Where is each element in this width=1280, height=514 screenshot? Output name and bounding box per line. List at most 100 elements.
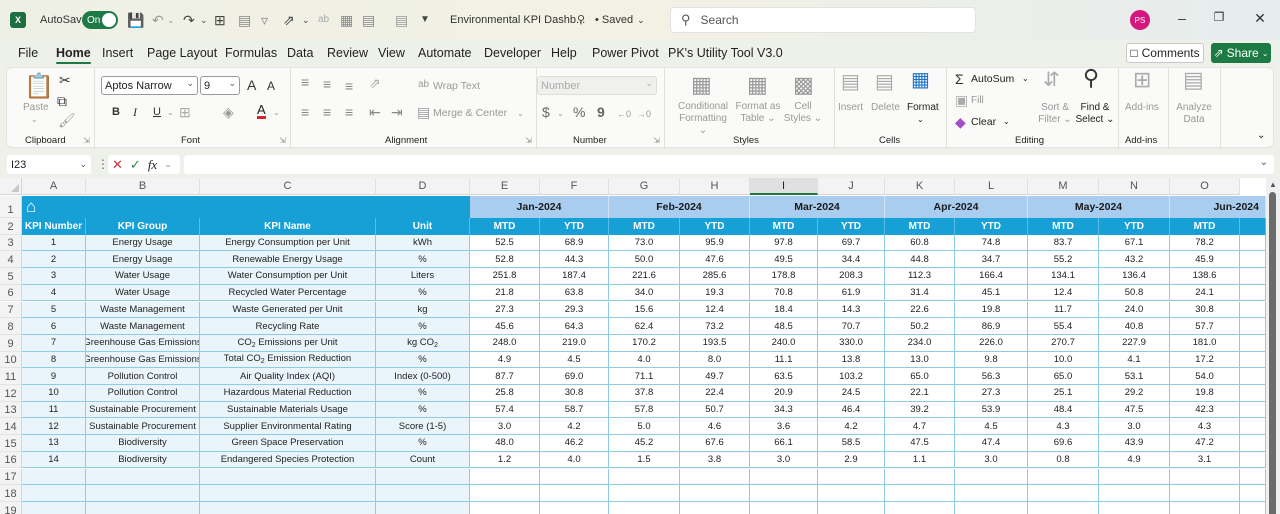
format-dropdown-icon[interactable]: ⌄: [917, 114, 924, 126]
kpi-value-cell[interactable]: 63.8: [540, 284, 609, 302]
kpi-group-cell[interactable]: Energy Usage: [86, 234, 200, 252]
column-header-k[interactable]: K: [885, 178, 955, 195]
kpi-group-cell[interactable]: Pollution Control: [86, 385, 200, 402]
kpi-unit-cell[interactable]: %: [376, 318, 470, 335]
copy-icon[interactable]: ⧉: [57, 93, 67, 109]
merge-center-button[interactable]: Merge & Center: [433, 107, 507, 119]
kpi-value-cell[interactable]: [680, 485, 750, 502]
kpi-num-cell[interactable]: 1: [22, 234, 86, 252]
row-header[interactable]: 18: [0, 485, 22, 502]
kpi-value-cell[interactable]: 78.2: [1170, 234, 1240, 252]
kpi-value-cell[interactable]: [1028, 468, 1099, 486]
kpi-value-cell[interactable]: 136.4: [1099, 268, 1170, 285]
undo-icon[interactable]: ↶: [152, 12, 164, 28]
redo-icon[interactable]: ↷: [183, 12, 195, 28]
align-bottom-icon[interactable]: ≡: [345, 78, 353, 94]
underline-button[interactable]: U: [153, 104, 161, 120]
italic-button[interactable]: I: [133, 104, 137, 120]
kpi-value-cell[interactable]: 221.6: [609, 268, 680, 285]
kpi-value-cell[interactable]: 49.5: [750, 251, 818, 269]
decrease-decimal-icon[interactable]: →0: [637, 106, 651, 122]
column-header-e[interactable]: E: [470, 178, 540, 195]
kpi-name-cell[interactable]: Hazardous Material Reduction: [200, 385, 376, 402]
kpi-value-cell[interactable]: 30.8: [540, 385, 609, 402]
conditional-formatting-icon[interactable]: ▦: [691, 74, 712, 96]
kpi-group-cell[interactable]: Sustainable Procurement: [86, 418, 200, 436]
kpi-value-cell[interactable]: 45.1: [955, 284, 1028, 302]
kpi-num-cell[interactable]: 5: [22, 301, 86, 319]
worksheet-grid[interactable]: ▲ A B C D E F G H I J K L M N O 1 2 3 4 5 6 7 8 9 10 11 12 13 14 15 16…: [0, 178, 1280, 514]
kpi-value-cell[interactable]: 4.2: [818, 418, 885, 436]
tab-home[interactable]: Home: [56, 46, 91, 64]
dialog-launcher-icon[interactable]: ⇲: [525, 136, 532, 145]
kpi-value-cell[interactable]: 4.6: [680, 418, 750, 436]
kpi-num-cell[interactable]: [22, 485, 86, 502]
kpi-value-cell[interactable]: [540, 468, 609, 486]
autosum-dropdown-icon[interactable]: ⌄: [1022, 73, 1029, 85]
fill-icon[interactable]: ▣: [955, 92, 968, 108]
kpi-value-cell[interactable]: 3.8: [680, 451, 750, 469]
row-header[interactable]: 11: [0, 368, 22, 385]
kpi-value-cell[interactable]: [955, 485, 1028, 502]
kpi-name-cell[interactable]: Sustainable Materials Usage: [200, 401, 376, 419]
kpi-value-cell[interactable]: 42.3: [1170, 401, 1240, 419]
kpi-value-cell[interactable]: 181.0: [1170, 334, 1240, 352]
row-header[interactable]: 17: [0, 468, 22, 486]
cell-styles-button[interactable]: Cell Styles ⌄: [783, 101, 823, 125]
kpi-unit-cell[interactable]: [376, 468, 470, 486]
row-header[interactable]: 1: [0, 196, 22, 218]
kpi-name-cell[interactable]: Recycling Rate: [200, 318, 376, 335]
kpi-value-cell[interactable]: 15.6: [609, 301, 680, 319]
kpi-unit-cell[interactable]: [376, 485, 470, 502]
chart-icon[interactable]: ▤: [238, 12, 251, 28]
kpi-value-cell[interactable]: [680, 468, 750, 486]
avatar[interactable]: PS: [1130, 10, 1150, 30]
kpi-group-cell[interactable]: Biodiversity: [86, 451, 200, 469]
kpi-name-cell[interactable]: [200, 468, 376, 486]
kpi-value-cell[interactable]: 44.3: [540, 251, 609, 269]
kpi-value-cell[interactable]: 9.8: [955, 351, 1028, 369]
kpi-value-cell[interactable]: 166.4: [955, 268, 1028, 285]
kpi-value-cell[interactable]: 64.3: [540, 318, 609, 335]
rows-icon[interactable]: ▤: [395, 12, 408, 28]
kpi-value-cell[interactable]: 57.7: [1170, 318, 1240, 335]
kpi-unit-cell[interactable]: Score (1-5): [376, 418, 470, 436]
kpi-value-cell[interactable]: 12.4: [680, 301, 750, 319]
format-button[interactable]: Format: [907, 102, 939, 114]
kpi-name-cell[interactable]: Green Space Preservation: [200, 435, 376, 452]
column-header-c[interactable]: C: [200, 178, 376, 195]
kpi-value-cell[interactable]: 4.2: [540, 418, 609, 436]
column-header-f[interactable]: F: [540, 178, 609, 195]
kpi-value-cell[interactable]: [609, 485, 680, 502]
kpi-value-cell[interactable]: 65.0: [885, 368, 955, 385]
kpi-value-cell[interactable]: 34.3: [750, 401, 818, 419]
row-header[interactable]: 15: [0, 435, 22, 452]
kpi-num-cell[interactable]: 2: [22, 251, 86, 269]
kpi-value-cell[interactable]: [955, 468, 1028, 486]
kpi-value-cell[interactable]: 97.8: [750, 234, 818, 252]
kpi-name-cell[interactable]: [200, 485, 376, 502]
comma-style-icon[interactable]: 9: [597, 104, 605, 120]
delete-button[interactable]: Delete: [871, 102, 900, 114]
kpi-unit-cell[interactable]: %: [376, 351, 470, 369]
kpi-value-cell[interactable]: 25.8: [470, 385, 540, 402]
kpi-value-cell[interactable]: [1099, 468, 1170, 486]
tab-automate[interactable]: Automate: [418, 46, 472, 60]
home-icon[interactable]: ⌂: [26, 198, 36, 216]
kpi-value-cell[interactable]: 4.3: [1170, 418, 1240, 436]
kpi-value-cell[interactable]: 3.0: [955, 451, 1028, 469]
kpi-value-cell[interactable]: 1.1: [885, 451, 955, 469]
kpi-value-cell[interactable]: 60.8: [885, 234, 955, 252]
kpi-value-cell[interactable]: 95.9: [680, 234, 750, 252]
kpi-value-cell[interactable]: 55.2: [1028, 251, 1099, 269]
kpi-value-cell[interactable]: 70.7: [818, 318, 885, 335]
row-header[interactable]: 6: [0, 284, 22, 302]
kpi-value-cell[interactable]: 69.7: [818, 234, 885, 252]
sort-filter-icon[interactable]: ⇵: [1043, 70, 1060, 90]
kpi-value-cell[interactable]: [818, 468, 885, 486]
format-as-table-button[interactable]: Format as Table ⌄: [735, 101, 781, 125]
empty-cell[interactable]: [1240, 368, 1266, 385]
kpi-value-cell[interactable]: 63.5: [750, 368, 818, 385]
kpi-name-cell[interactable]: Recycled Water Percentage: [200, 284, 376, 302]
kpi-value-cell[interactable]: 20.9: [750, 385, 818, 402]
